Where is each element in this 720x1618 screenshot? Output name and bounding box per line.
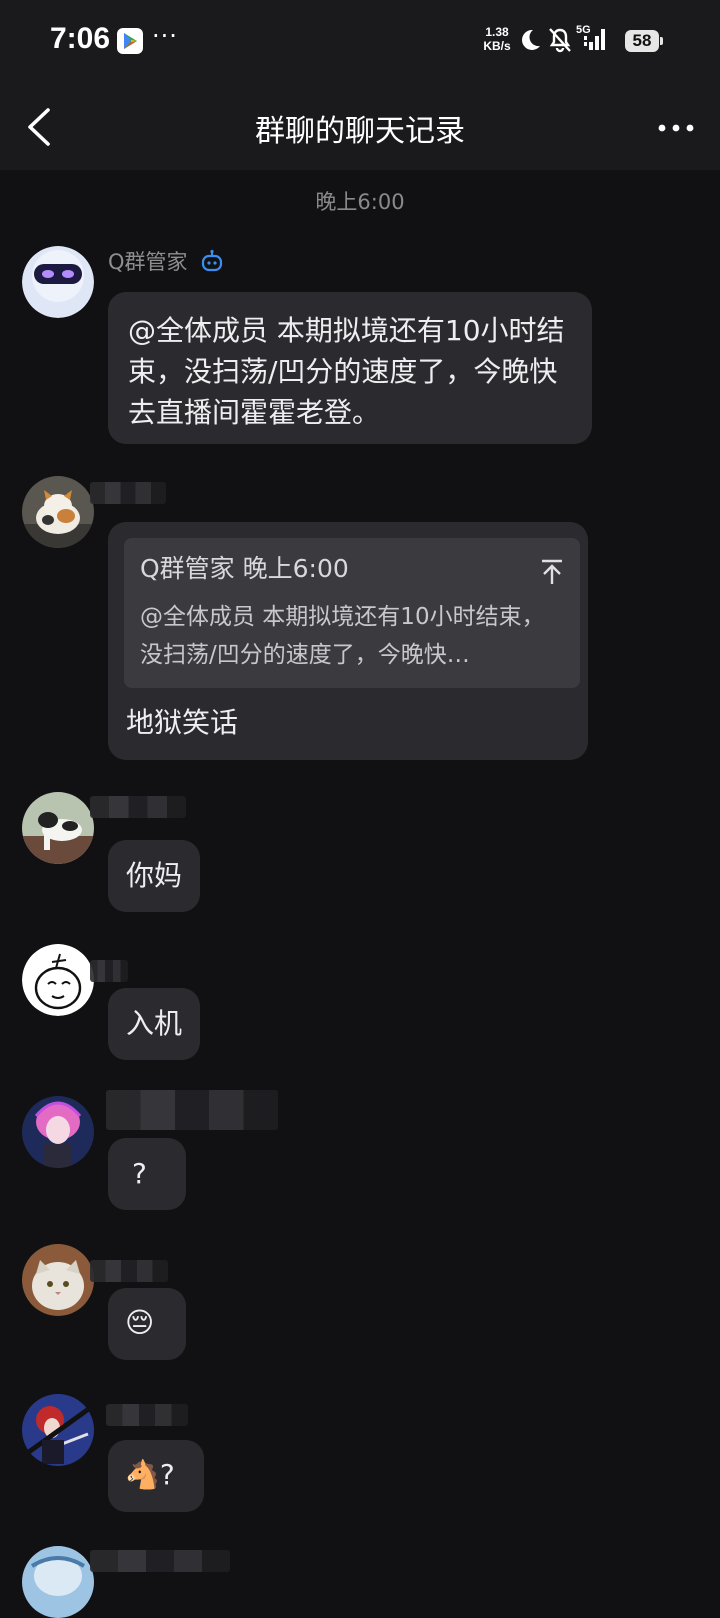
message-text: 😔 <box>125 1306 155 1339</box>
user-avatar[interactable] <box>22 1096 94 1168</box>
sender-name: Q群管家 <box>108 246 224 278</box>
message-text: 🐴? <box>125 1458 175 1491</box>
network-speed-value: 1.38 KB/s <box>480 25 514 53</box>
blurred-sender-name <box>106 1090 278 1130</box>
bot-avatar[interactable] <box>22 246 94 318</box>
page-title: 群聊的聊天记录 <box>255 114 465 149</box>
quote-text: @全体成员 本期拟境还有10小时结束，没扫荡/凹分的速度了，今晚快… <box>140 604 545 668</box>
message-bubble[interactable]: @全体成员 本期拟境还有10小时结束，没扫荡/凹分的速度了，今晚快去直播间霍霍老… <box>108 292 592 444</box>
message-text: @全体成员 本期拟境还有10小时结束，没扫荡/凹分的速度了，今晚快去直播间霍霍老… <box>128 314 565 429</box>
speed-unit: KB/s <box>483 39 511 53</box>
jump-to-original-icon[interactable] <box>538 556 566 584</box>
play-store-icon <box>117 28 143 54</box>
user-avatar[interactable] <box>22 476 94 548</box>
message-text: 地狱笑话 <box>126 706 239 739</box>
blurred-sender-name <box>90 960 128 982</box>
message-text: ? <box>132 1157 147 1190</box>
message-text: 入机 <box>126 1007 183 1040</box>
blurred-sender-name <box>90 1550 230 1572</box>
user-avatar[interactable] <box>22 1546 94 1618</box>
more-horizontal-icon[interactable] <box>652 108 700 148</box>
message-timestamp: 晚上6:00 <box>315 190 405 214</box>
message-text: 你妈 <box>126 859 183 892</box>
blurred-sender-name <box>106 1404 188 1426</box>
message-bubble[interactable]: 🐴? <box>108 1440 204 1512</box>
message-bubble[interactable]: 😔 <box>108 1288 186 1360</box>
blurred-sender-name <box>90 482 166 504</box>
user-avatar[interactable] <box>22 944 94 1016</box>
message-bubble[interactable]: 入机 <box>108 988 200 1060</box>
blurred-sender-name <box>90 796 186 818</box>
message-bubble[interactable]: Q群管家 晚上6:00 @全体成员 本期拟境还有10小时结束，没扫荡/凹分的速度… <box>108 522 588 760</box>
more-dots-icon: ··· <box>152 22 178 50</box>
sender-name-text: Q群管家 <box>108 250 188 274</box>
battery-level: 58 <box>632 31 652 50</box>
message-bubble[interactable]: 你妈 <box>108 840 200 912</box>
robot-badge-icon <box>200 249 224 278</box>
user-avatar[interactable] <box>22 792 94 864</box>
network-speed: 1.38 KB/s <box>480 25 514 53</box>
quoted-message[interactable]: Q群管家 晚上6:00 @全体成员 本期拟境还有10小时结束，没扫荡/凹分的速度… <box>124 538 580 688</box>
battery-icon: 58 <box>625 30 663 52</box>
speed-value: 1.38 <box>485 25 509 39</box>
signal-icon <box>584 26 608 58</box>
blurred-sender-name <box>90 1260 168 1282</box>
chat-history[interactable]: 晚上6:00 Q群管家 @全体成员 本期拟境还有10小时结束，没扫荡/凹分的速度… <box>0 170 720 1618</box>
status-bar: 7:06 ··· 1.38 KB/s 5G 58 <box>0 0 720 84</box>
user-avatar[interactable] <box>22 1394 94 1466</box>
user-avatar[interactable] <box>22 1244 94 1316</box>
message-bubble[interactable]: ? <box>108 1138 186 1210</box>
moon-icon <box>518 28 542 56</box>
nav-bar: 群聊的聊天记录 <box>0 84 720 170</box>
status-time: 7:06 <box>50 22 111 55</box>
quote-header: Q群管家 晚上6:00 <box>140 554 349 583</box>
bell-off-icon <box>548 27 572 57</box>
